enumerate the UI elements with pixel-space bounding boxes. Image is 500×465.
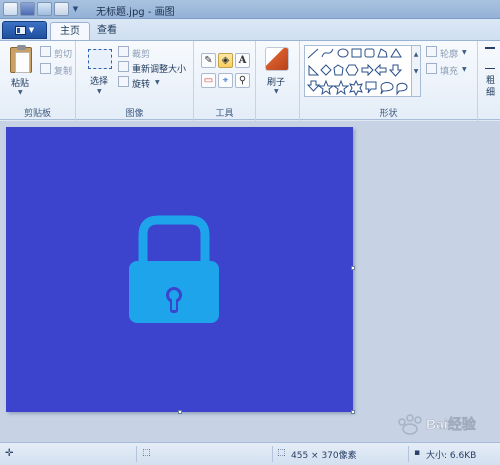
selection-size-icon: ⬚ — [142, 448, 151, 458]
select-button[interactable]: 选择 — [90, 74, 108, 87]
save-icon[interactable] — [20, 2, 35, 16]
canvas-workspace[interactable] — [0, 121, 500, 442]
eraser-icon[interactable]: ▭ — [201, 73, 216, 88]
fill-icon[interactable] — [426, 63, 437, 74]
resize-handle-right[interactable] — [351, 266, 355, 270]
callout-rect-shape-icon — [365, 81, 377, 94]
shapes-scroll[interactable]: ▲ ▼ — [412, 45, 421, 97]
star-four-shape-icon — [317, 79, 335, 96]
ribbon: 粘贴 ▼ 剪切 复制 剪贴板 选择 ▼ 裁剪 重新调整大小 旋转 ▼ 图像 ✎ … — [0, 40, 500, 121]
clipboard-group-label: 剪贴板 — [23, 109, 51, 119]
size-icon[interactable] — [485, 47, 495, 69]
chevron-down-icon: ▼ — [28, 26, 35, 34]
file-menu-icon — [14, 25, 26, 35]
color-picker-icon[interactable]: ⌖ — [218, 73, 233, 88]
right-triangle-shape-icon — [308, 64, 320, 76]
cut-button[interactable]: 剪切 — [54, 47, 72, 60]
tab-view[interactable]: 查看 — [88, 22, 126, 40]
undo-icon[interactable] — [37, 2, 52, 16]
rounded-rectangle-shape-icon — [364, 48, 375, 58]
image-dimensions-icon: ⬚ — [277, 448, 286, 458]
shapes-gallery[interactable] — [304, 45, 412, 97]
watermark-logo: Bai经验 — [398, 414, 477, 435]
curve-shape-icon — [321, 48, 334, 58]
size-label-bottom: 细 — [486, 88, 496, 98]
drawing-canvas[interactable] — [6, 127, 353, 412]
oval-shape-icon — [337, 48, 349, 58]
resize-handle-corner[interactable] — [351, 410, 355, 414]
arrow-right-shape-icon — [361, 63, 374, 77]
brush-icon[interactable] — [265, 47, 289, 71]
image-dimensions: 455 × 370像素 — [291, 451, 357, 461]
window-title: 无标题.jpg - 画图 — [96, 7, 175, 18]
status-separator — [408, 446, 409, 462]
paste-icon[interactable] — [10, 45, 32, 73]
arrow-up-shape-icon — [388, 64, 403, 77]
status-separator — [136, 446, 137, 462]
magnifier-icon[interactable]: ⚲ — [235, 73, 250, 88]
file-size-icon: ▪ — [414, 448, 421, 458]
crop-button[interactable]: 裁剪 — [132, 47, 150, 60]
resize-button[interactable]: 重新调整大小 — [132, 62, 186, 75]
diamond-shape-icon — [320, 64, 332, 76]
outline-dropdown-icon[interactable]: ▼ — [462, 49, 467, 56]
rectangle-shape-icon — [351, 48, 362, 58]
customize-qat-icon[interactable]: ▼ — [71, 2, 80, 16]
copy-button[interactable]: 复制 — [54, 64, 72, 77]
line-shape-icon — [307, 48, 319, 59]
hexagon-shape-icon — [345, 64, 359, 76]
tools-group: ✎ ◈ A ▭ ⌖ ⚲ 工具 — [194, 41, 256, 121]
rotate-button[interactable]: 旋转 — [132, 77, 150, 90]
resize-icon[interactable] — [118, 61, 129, 72]
file-size: 大小: 6.6KB — [426, 451, 477, 461]
fill-button[interactable]: 填充 — [440, 64, 458, 77]
status-separator — [272, 446, 273, 462]
fill-bucket-icon[interactable]: ◈ — [218, 53, 233, 68]
arrow-left-shape-icon — [374, 63, 387, 77]
cut-icon[interactable] — [40, 46, 51, 57]
brushes-group: 刷子 ▼ — [256, 41, 300, 121]
pencil-icon[interactable]: ✎ — [201, 53, 216, 68]
app-icon[interactable] — [3, 2, 18, 16]
select-dropdown-icon[interactable]: ▼ — [97, 88, 102, 95]
brushes-dropdown-icon[interactable]: ▼ — [274, 88, 279, 95]
watermark-text: Bai经验 — [426, 416, 477, 432]
star-six-shape-icon — [349, 79, 363, 97]
cursor-position-icon: ✛ — [5, 448, 14, 459]
outline-icon[interactable] — [426, 46, 437, 57]
paste-dropdown-icon[interactable]: ▼ — [18, 89, 23, 96]
title-bar: ▼ 无标题.jpg - 画图 — [0, 0, 500, 19]
clipboard-group: 粘贴 ▼ 剪切 复制 剪贴板 — [0, 41, 76, 121]
triangle-shape-icon — [390, 48, 402, 58]
file-menu-button[interactable]: ▼ — [2, 21, 47, 39]
polygon-shape-icon — [377, 48, 388, 58]
size-group: 粗 细 — [478, 41, 500, 121]
ribbon-tab-bar: ▼ 主页 查看 — [0, 19, 500, 40]
outline-button[interactable]: 轮廓 — [440, 47, 458, 60]
status-bar: ✛ ⬚ ⬚ 455 × 370像素 ▪ 大小: 6.6KB — [0, 442, 500, 465]
tab-home[interactable]: 主页 — [50, 22, 90, 40]
rotate-dropdown-icon[interactable]: ▼ — [155, 79, 160, 86]
brushes-button[interactable]: 刷子 — [267, 75, 285, 88]
crop-icon[interactable] — [118, 46, 129, 57]
star-five-shape-icon — [332, 79, 350, 96]
copy-icon[interactable] — [40, 63, 51, 74]
image-group: 选择 ▼ 裁剪 重新调整大小 旋转 ▼ 图像 — [76, 41, 194, 121]
tools-group-label: 工具 — [215, 109, 234, 119]
arrow-down-shape-icon — [306, 80, 321, 92]
select-icon[interactable] — [88, 49, 112, 69]
resize-handle-bottom[interactable] — [178, 410, 182, 414]
quick-access-toolbar: ▼ — [3, 2, 80, 16]
callout-oval-shape-icon — [380, 82, 394, 95]
rotate-icon[interactable] — [118, 76, 129, 87]
callout-cloud-shape-icon — [396, 82, 408, 96]
text-tool-icon[interactable]: A — [235, 53, 250, 68]
image-group-label: 图像 — [125, 109, 144, 119]
shapes-group-label: 形状 — [379, 109, 398, 119]
lock-icon — [129, 215, 219, 323]
paste-button[interactable]: 粘贴 — [11, 76, 29, 89]
redo-icon[interactable] — [54, 2, 69, 16]
fill-dropdown-icon[interactable]: ▼ — [462, 66, 467, 73]
pentagon-shape-icon — [333, 64, 344, 76]
